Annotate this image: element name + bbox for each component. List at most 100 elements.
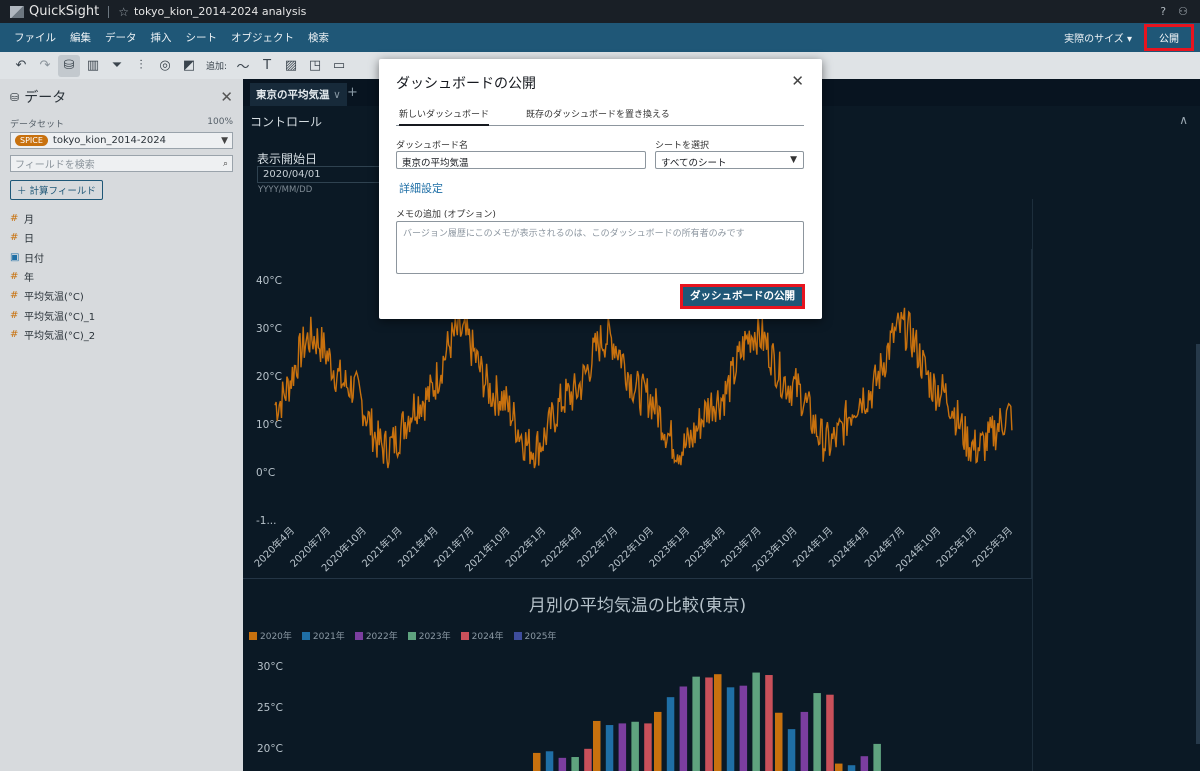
insights-icon[interactable]: ◎ [154, 55, 176, 77]
field-search-input[interactable]: フィールドを検索 ⌕ [10, 155, 233, 172]
chevron-down-icon: ▾ [1126, 34, 1132, 45]
dashboard-name-label: ダッシュボード名 [396, 141, 469, 151]
add-sheet-icon[interactable]: + [347, 85, 358, 100]
bar[interactable] [631, 721, 639, 771]
redo-icon[interactable]: ↷ [34, 55, 56, 77]
help-icon[interactable]: ? [1160, 5, 1166, 18]
select-sheet-dropdown[interactable]: すべてのシート ▼ [655, 151, 804, 169]
bar[interactable] [679, 686, 688, 771]
bar[interactable] [752, 672, 760, 771]
dashboard-name-input[interactable]: 東京の平均気温 [396, 151, 646, 169]
sheet-tab[interactable]: 東京の平均気温 ∨ [250, 83, 347, 106]
bar[interactable] [775, 712, 783, 771]
bar[interactable] [545, 751, 554, 771]
add-embed-icon[interactable]: ▭ [328, 55, 350, 77]
field-item[interactable]: # 平均気温(°C) [10, 286, 233, 305]
bar[interactable] [558, 757, 567, 771]
bar[interactable] [800, 711, 809, 771]
menu-insert[interactable]: 挿入 [151, 30, 172, 45]
publish-dashboard-button[interactable]: ダッシュボードの公開 [680, 284, 805, 309]
bar[interactable] [618, 723, 627, 771]
bar[interactable] [593, 720, 601, 771]
data-panel-icon[interactable]: ⛁ [58, 54, 80, 77]
sheet-tab-label: 東京の平均気温 [256, 89, 330, 101]
field-item[interactable]: # 平均気温(°C)_1 [10, 305, 233, 324]
dataset-select[interactable]: SPICE tokyo_kion_2014-2024 ▼ [10, 132, 233, 149]
bar[interactable] [739, 685, 748, 771]
parameters-icon[interactable]: ⫶ [130, 55, 152, 77]
bar[interactable] [847, 765, 856, 771]
bar[interactable] [666, 697, 675, 771]
dataset-label: データセット [10, 120, 65, 130]
tab-new-dashboard[interactable]: 新しいダッシュボード [399, 107, 490, 126]
menu-edit[interactable]: 編集 [70, 30, 91, 45]
field-label: 平均気温(°C) [24, 292, 84, 304]
user-icon[interactable]: ⚇ [1178, 5, 1188, 18]
menu-object[interactable]: オブジェクト [231, 30, 294, 45]
bar[interactable] [826, 694, 834, 771]
bar[interactable] [835, 763, 843, 771]
advanced-settings-link[interactable]: 詳細設定 [399, 180, 443, 196]
bar[interactable] [605, 725, 614, 771]
bar[interactable] [644, 723, 652, 771]
bar-chart[interactable]: 30°C 25°C 20°C [243, 641, 1032, 771]
title-bar: QuickSight ☆ tokyo_kion_2014-2024 analys… [0, 0, 1200, 23]
field-label: 平均気温(°C)_1 [24, 311, 96, 323]
bar-chart-title: 月別の平均気温の比較(東京) [528, 596, 747, 616]
bar[interactable] [533, 752, 541, 771]
dataset-name: tokyo_kion_2014-2024 [52, 135, 166, 146]
menu-search[interactable]: 検索 [308, 30, 329, 45]
tab-replace-dashboard[interactable]: 既存のダッシュボードを置き換える [526, 107, 670, 120]
undo-icon[interactable]: ↶ [10, 55, 32, 77]
bar[interactable] [584, 748, 592, 771]
add-text-icon[interactable]: T [256, 55, 278, 77]
analysis-title[interactable]: tokyo_kion_2014-2024 analysis [134, 5, 306, 18]
filter-icon[interactable]: ⏷ [106, 55, 128, 77]
menu-data[interactable]: データ [105, 30, 137, 45]
themes-icon[interactable]: ◩ [178, 55, 200, 77]
menu-sheet[interactable]: シート [186, 30, 218, 45]
bar[interactable] [726, 687, 735, 771]
field-item[interactable]: # 月 [10, 209, 233, 228]
field-item[interactable]: ▣ 日付 [10, 248, 233, 267]
chevron-down-icon[interactable]: ∨ [333, 89, 341, 101]
dataset-percent: 100% [207, 117, 233, 127]
field-item[interactable]: # 平均気温(°C)_2 [10, 325, 233, 344]
bar[interactable] [873, 743, 881, 771]
close-icon[interactable]: ✕ [220, 88, 233, 106]
quicksight-logo-icon [10, 5, 24, 18]
add-insight-icon[interactable]: ◳ [304, 55, 326, 77]
field-label: 平均気温(°C)_2 [24, 330, 96, 342]
field-item[interactable]: # 年 [10, 267, 233, 286]
bar[interactable] [813, 693, 821, 771]
add-calculated-field-button[interactable]: ＋ 計算フィールド [10, 180, 103, 200]
start-date-input[interactable]: 2020/04/01 [257, 166, 382, 183]
field-search-placeholder: フィールドを検索 [15, 160, 95, 171]
spice-badge: SPICE [15, 135, 48, 146]
publish-button[interactable]: 公開 [1144, 24, 1194, 51]
dialog-tabs: 新しいダッシュボード 既存のダッシュボードを置き換える [396, 102, 804, 126]
quicksight-logo[interactable]: QuickSight [10, 4, 99, 19]
bar[interactable] [860, 756, 869, 771]
size-dropdown[interactable]: 実際のサイズ ▾ [1064, 30, 1132, 45]
favorite-star-icon[interactable]: ☆ [118, 5, 129, 19]
visualize-icon[interactable]: ▥ [82, 55, 104, 77]
memo-textarea[interactable]: バージョン履歴にこのメモが表示されるのは、このダッシュボードの所有者のみです [396, 221, 804, 274]
bar[interactable] [692, 676, 700, 771]
bar[interactable] [765, 675, 773, 771]
publish-dashboard-dialog: ダッシュボードの公開 ✕ 新しいダッシュボード 既存のダッシュボードを置き換える… [379, 59, 822, 319]
bar[interactable] [714, 674, 722, 771]
add-image-icon[interactable]: ▨ [280, 55, 302, 77]
field-item[interactable]: # 日 [10, 228, 233, 247]
divider [108, 5, 110, 18]
bar[interactable] [705, 677, 713, 771]
legend-swatch [301, 631, 310, 640]
menu-file[interactable]: ファイル [14, 30, 56, 45]
bar[interactable] [654, 711, 662, 771]
bar[interactable] [787, 729, 796, 771]
chevron-up-icon[interactable]: ∧ [1179, 113, 1188, 127]
scrollbar[interactable] [1196, 344, 1200, 744]
close-icon[interactable]: ✕ [791, 72, 804, 90]
add-visual-icon[interactable]: 〜 [232, 55, 254, 77]
bar[interactable] [571, 757, 579, 771]
